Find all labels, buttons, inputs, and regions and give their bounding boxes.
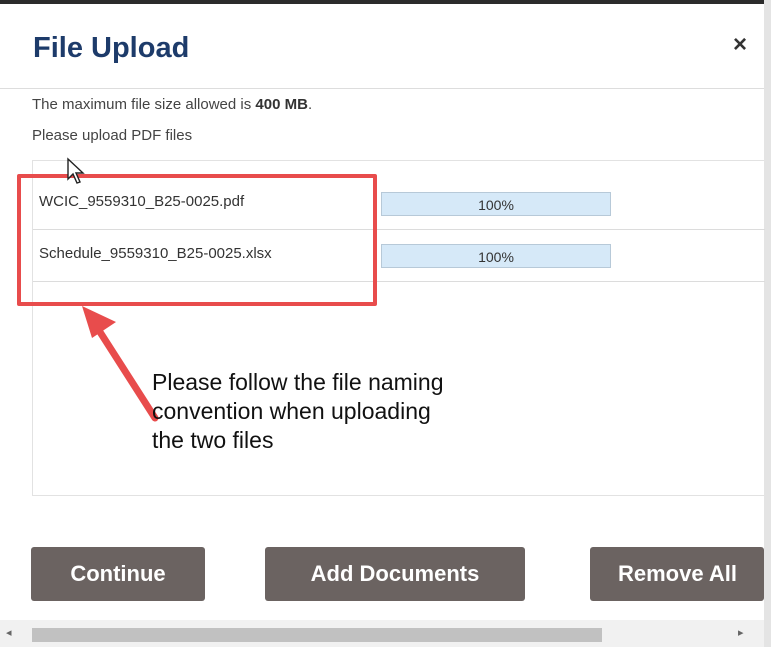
annotation-line: Please follow the file naming [152,369,444,395]
max-size-value: 400 MB [255,96,308,113]
scroll-left-icon[interactable]: ◂ [6,626,12,639]
add-documents-button[interactable]: Add Documents [265,547,525,601]
annotation-text: Please follow the file naming convention… [152,368,444,454]
max-size-text: The maximum file size allowed is 400 MB. [32,96,312,113]
window-top-border [0,0,771,4]
annotation-highlight-box [17,174,377,306]
remove-all-button[interactable]: Remove All [590,547,764,601]
horizontal-scrollbar[interactable]: ◂ ▸ [0,620,764,647]
progress-label: 100% [478,249,514,265]
max-size-suffix: . [307,96,313,113]
upload-progress-bar: 100% [381,244,611,268]
header-divider [0,88,764,89]
dialog-title: File Upload [33,32,190,64]
annotation-line: the two files [152,426,274,453]
annotation-line: convention when uploading [152,397,431,424]
scrollbar-thumb[interactable] [32,628,602,642]
scroll-right-icon[interactable]: ▸ [738,626,744,639]
close-icon[interactable]: × [733,33,747,57]
continue-button[interactable]: Continue [31,547,205,601]
max-size-prefix: The maximum file size allowed is [32,96,256,113]
mouse-cursor-icon [67,157,85,184]
vertical-scrollbar-track[interactable] [764,0,771,647]
upload-progress-bar: 100% [381,192,611,216]
upload-hint: Please upload PDF files [32,127,193,144]
progress-label: 100% [478,197,514,213]
